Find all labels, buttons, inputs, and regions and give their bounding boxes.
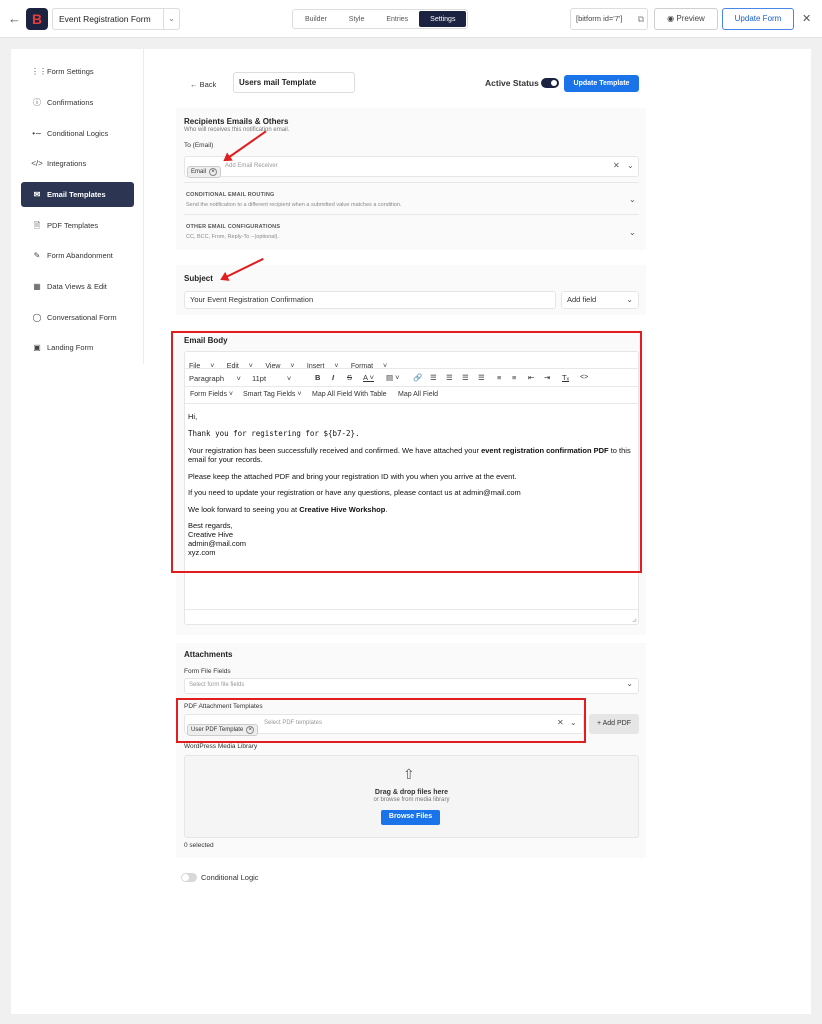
update-form-button[interactable]: Update Form bbox=[722, 8, 794, 30]
tab-settings[interactable]: Settings bbox=[419, 11, 467, 27]
chevron-down-icon: ⌄ bbox=[626, 679, 633, 688]
table-icon: ▦ bbox=[33, 282, 41, 291]
clear-icon[interactable]: ✕ bbox=[613, 161, 620, 170]
info-icon: ⓘ bbox=[33, 98, 41, 107]
divider bbox=[184, 609, 639, 610]
conditional-logic-toggle[interactable] bbox=[181, 873, 197, 882]
sidebar-item-form-settings[interactable]: ⋮⋮ Form Settings bbox=[21, 59, 134, 84]
back-button[interactable]: ← Back bbox=[190, 80, 216, 89]
landing-icon: ▣ bbox=[33, 343, 41, 352]
routing-title[interactable]: CONDITIONAL EMAIL ROUTING bbox=[186, 192, 275, 198]
sidebar-item-label: Conversational Form bbox=[47, 313, 117, 322]
sidebar-item-data-views[interactable]: ▦ Data Views & Edit bbox=[21, 274, 134, 299]
active-status-toggle[interactable] bbox=[541, 78, 559, 88]
upload-cloud-icon: ⇧ bbox=[403, 766, 415, 782]
remove-chip-icon[interactable]: × bbox=[209, 168, 218, 176]
routing-subtitle: Send the notification to a different rec… bbox=[186, 202, 402, 208]
recipients-title: Recipients Emails & Others bbox=[184, 117, 289, 126]
subject-title: Subject bbox=[184, 274, 213, 283]
file-fields-label: Form File Fields bbox=[184, 668, 231, 675]
tab-entries[interactable]: Entries bbox=[375, 11, 419, 27]
email-chip-label: Email bbox=[191, 169, 207, 175]
update-template-button[interactable]: Update Template bbox=[564, 75, 639, 92]
chevron-down-icon[interactable]: ⌄ bbox=[629, 195, 636, 204]
tab-builder[interactable]: Builder bbox=[294, 11, 338, 27]
resize-handle-icon[interactable]: ⊿ bbox=[632, 617, 637, 624]
add-pdf-button[interactable]: + Add PDF bbox=[589, 714, 639, 734]
sidebar-item-integrations[interactable]: </> Integrations bbox=[21, 151, 134, 176]
form-name: Event Registration Form bbox=[59, 14, 151, 24]
abandon-icon: ✎ bbox=[33, 251, 41, 260]
file-fields-select[interactable]: Select form file fields ⌄ bbox=[184, 678, 639, 694]
divider bbox=[184, 182, 639, 183]
add-field-select[interactable]: Add field ⌄ bbox=[561, 291, 639, 309]
selected-count: 0 selected bbox=[184, 842, 214, 849]
sidebar-item-email-templates[interactable]: ✉ Email Templates bbox=[21, 182, 134, 207]
attachments-title: Attachments bbox=[184, 650, 233, 659]
media-library-label: WordPress Media Library bbox=[184, 743, 258, 750]
sliders-icon: ⋮⋮ bbox=[31, 67, 47, 76]
sidebar-item-conditional-logics[interactable]: •∼ Conditional Logics bbox=[21, 121, 134, 146]
divider bbox=[184, 214, 639, 215]
form-select[interactable]: Event Registration Form ⌄ bbox=[52, 8, 180, 30]
conditional-logic-label: Conditional Logic bbox=[201, 873, 259, 882]
to-email-placeholder: Add Email Receiver bbox=[225, 163, 278, 169]
sidebar-item-label: Conditional Logics bbox=[47, 129, 109, 138]
chevron-down-icon: ⌄ bbox=[626, 295, 633, 304]
sidebar-item-label: Integrations bbox=[47, 159, 87, 168]
drag-drop-label: Drag & drop files here bbox=[374, 789, 449, 796]
code-icon: </> bbox=[31, 159, 43, 168]
file-fields-placeholder: Select form file fields bbox=[189, 682, 245, 688]
browse-files-button[interactable]: Browse Files bbox=[381, 810, 440, 825]
shortcode-text: [bitform id='7'] bbox=[576, 14, 623, 23]
sidebar-item-confirmations[interactable]: ⓘ Confirmations bbox=[21, 90, 134, 115]
email-body-highlight-box bbox=[171, 331, 642, 573]
arrow-left-icon: ← bbox=[190, 80, 198, 89]
sidebar-item-label: Confirmations bbox=[47, 98, 94, 107]
other-config-title[interactable]: OTHER EMAIL CONFIGURATIONS bbox=[186, 224, 280, 230]
sidebar-item-label: Form Abandonment bbox=[47, 251, 113, 260]
pdf-icon: 🗎 bbox=[33, 221, 41, 230]
sidebar-item-label: Form Settings bbox=[47, 67, 94, 76]
chat-icon: ◯ bbox=[32, 313, 42, 322]
active-status-label: Active Status bbox=[485, 78, 539, 88]
other-config-subtitle: CC, BCC, From, Reply-To --(optional). bbox=[186, 234, 279, 240]
tab-style[interactable]: Style bbox=[338, 11, 376, 27]
browse-subtext: or browse from media library bbox=[373, 797, 450, 803]
pdf-attachment-highlight-box bbox=[176, 698, 586, 743]
sidebar-item-form-abandonment[interactable]: ✎ Form Abandonment bbox=[21, 243, 134, 268]
sidebar-item-conversational-form[interactable]: ◯ Conversational Form bbox=[21, 305, 134, 330]
back-arrow-icon[interactable]: ← bbox=[8, 11, 21, 26]
app-logo: B bbox=[26, 8, 48, 30]
back-label: Back bbox=[199, 80, 217, 89]
recipients-subtitle: Who will receives this notification emai… bbox=[184, 127, 290, 133]
chevron-down-icon: ⌄ bbox=[163, 9, 179, 29]
chevron-down-icon[interactable]: ⌄ bbox=[629, 228, 636, 237]
copy-icon[interactable]: ⧉ bbox=[638, 9, 644, 29]
template-name-input[interactable]: Users mail Template bbox=[233, 72, 355, 93]
subject-input[interactable]: Your Event Registration Confirmation bbox=[184, 291, 556, 309]
add-field-label: Add field bbox=[567, 295, 597, 304]
chevron-down-icon[interactable]: ⌄ bbox=[627, 161, 634, 170]
logic-icon: •∼ bbox=[32, 129, 42, 138]
sidebar-item-landing-form[interactable]: ▣ Landing Form bbox=[21, 335, 134, 360]
sidebar-item-label: Data Views & Edit bbox=[47, 282, 107, 291]
email-chip[interactable]: Email × bbox=[187, 160, 222, 178]
shortcode-field[interactable]: [bitform id='7'] ⧉ bbox=[570, 8, 648, 30]
tab-bar: Builder Style Entries Settings bbox=[292, 9, 469, 29]
close-icon[interactable]: ✕ bbox=[802, 12, 811, 25]
to-email-label: To (Email) bbox=[184, 142, 214, 149]
sidebar-item-label: Email Templates bbox=[47, 190, 106, 199]
sidebar-item-pdf-templates[interactable]: 🗎 PDF Templates bbox=[21, 213, 134, 238]
preview-label: Preview bbox=[676, 14, 705, 23]
eye-icon: ◉ bbox=[667, 14, 675, 23]
sidebar-item-label: Landing Form bbox=[47, 343, 94, 352]
preview-button[interactable]: ◉ Preview bbox=[654, 8, 718, 30]
sidebar-item-label: PDF Templates bbox=[47, 221, 99, 230]
mail-icon: ✉ bbox=[33, 190, 41, 199]
top-bar: ← B Event Registration Form ⌄ Builder St… bbox=[0, 0, 822, 38]
settings-sidebar: ⋮⋮ Form Settings ⓘ Confirmations •∼ Conditi… bbox=[11, 49, 144, 364]
